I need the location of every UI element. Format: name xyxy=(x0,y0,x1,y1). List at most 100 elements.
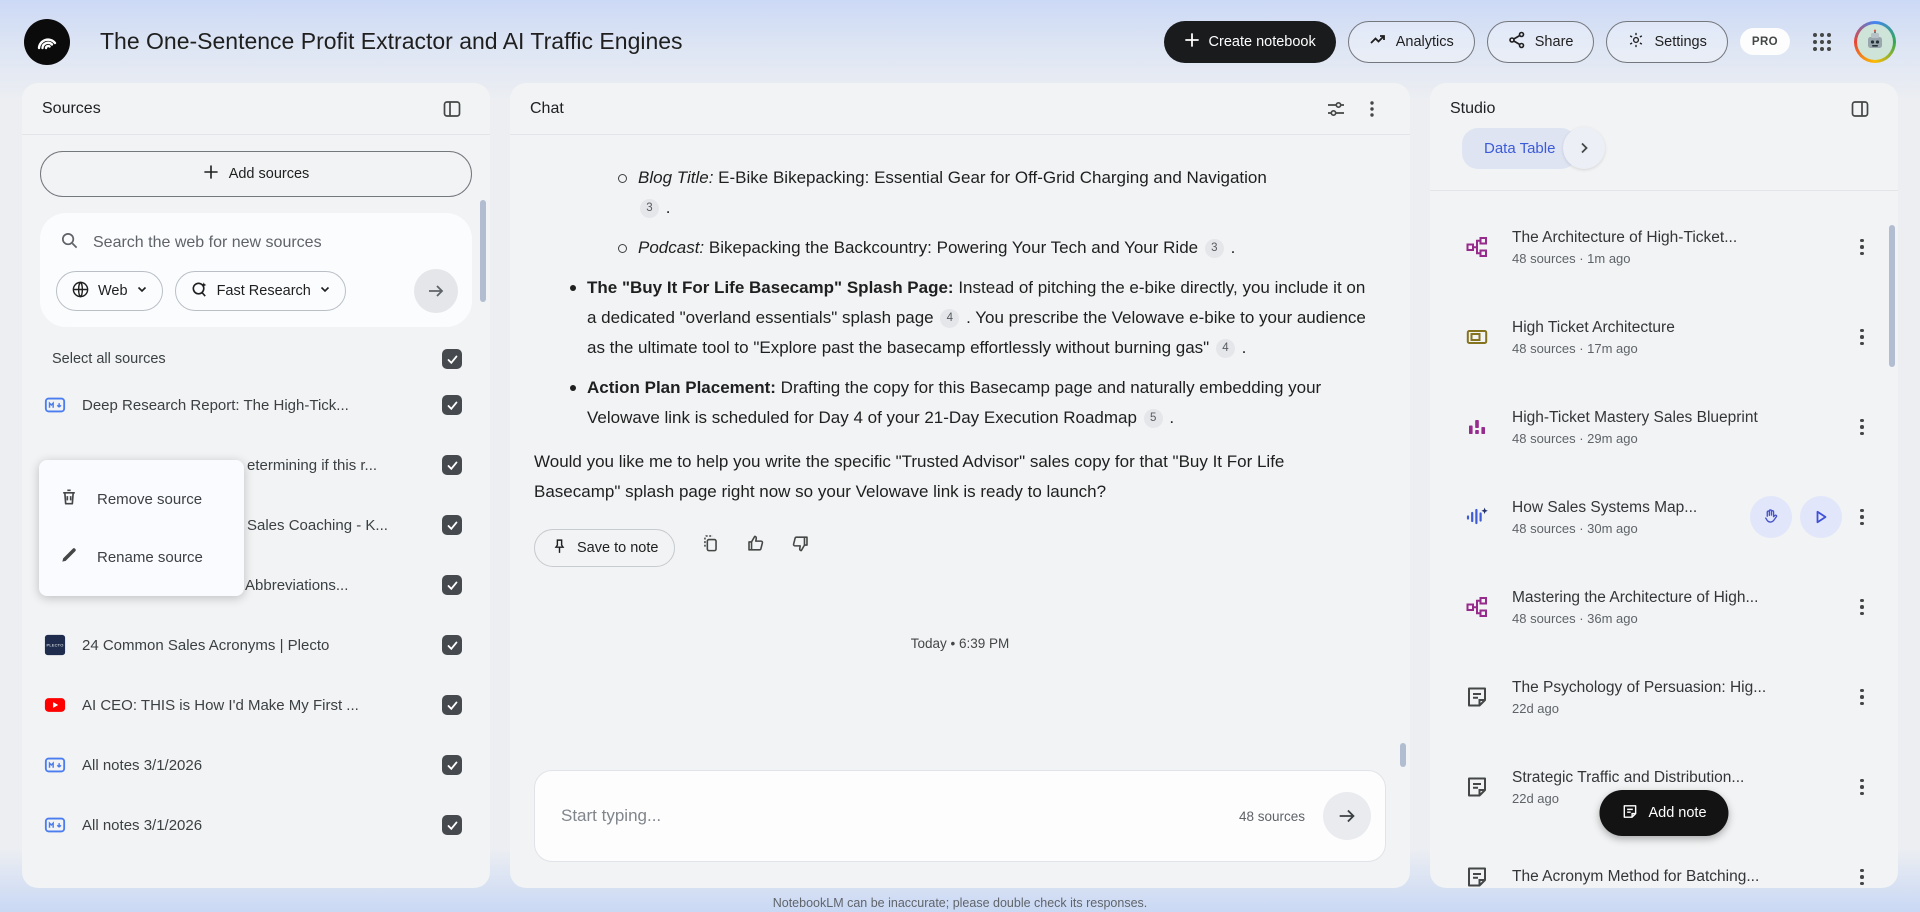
chat-bullet: The "Buy It For Life Basecamp" Splash Pa… xyxy=(570,273,1377,363)
user-avatar[interactable] xyxy=(1854,20,1896,63)
citation-chip[interactable]: 3 xyxy=(1204,238,1224,258)
studio-item-more-icon[interactable] xyxy=(1850,769,1874,805)
chat-closing-paragraph: Would you like me to help you write the … xyxy=(534,452,1285,501)
chat-message-area: Blog Title: E-Bike Bikepacking: Essentia… xyxy=(510,135,1410,758)
web-search-card: Search the web for new sources Web Fast … xyxy=(40,213,472,327)
source-checkbox[interactable] xyxy=(442,635,462,655)
add-sources-button[interactable]: Add sources xyxy=(40,151,472,197)
studio-item-title: High Ticket Architecture xyxy=(1512,318,1675,336)
studio-item-title: How Sales Systems Map... xyxy=(1512,498,1698,516)
trending-up-icon xyxy=(1369,31,1387,53)
studio-item[interactable]: High-Ticket Mastery Sales Blueprint 48 so… xyxy=(1464,403,1874,451)
thumb-down-icon[interactable] xyxy=(791,533,810,563)
source-checkbox[interactable] xyxy=(442,395,462,415)
studio-tools-row: Data Table xyxy=(1462,127,1606,169)
studio-panel-title: Studio xyxy=(1450,100,1496,117)
chat-bullet: Blog Title: E-Bike Bikepacking: Essentia… xyxy=(618,163,1286,223)
search-input[interactable]: Search the web for new sources xyxy=(56,229,458,269)
pin-icon xyxy=(551,538,568,559)
citation-chip[interactable]: 5 xyxy=(1143,408,1163,428)
source-checkbox[interactable] xyxy=(442,455,462,475)
source-row[interactable]: All notes 3/1/2026 xyxy=(42,801,462,849)
play-icon[interactable] xyxy=(1800,496,1842,538)
studio-item[interactable]: High Ticket Architecture 48 sources · 17m… xyxy=(1464,313,1874,361)
studio-item[interactable]: The Acronym Method for Batching... xyxy=(1464,853,1874,888)
audio-actions xyxy=(1750,496,1842,538)
collapse-sources-panel-icon[interactable] xyxy=(434,91,470,127)
studio-item[interactable]: The Architecture of High-Ticket... 48 sou… xyxy=(1464,223,1874,271)
source-row[interactable]: Deep Research Report: The High-Tick... xyxy=(42,381,462,429)
source-row[interactable]: PLECTO 24 Common Sales Acronyms | Plecto xyxy=(42,621,462,669)
source-title: 24 Common Sales Acronyms | Plecto xyxy=(82,636,330,654)
studio-item-more-icon[interactable] xyxy=(1850,319,1874,355)
chat-more-icon[interactable] xyxy=(1354,91,1390,127)
notebook-title[interactable]: The One-Sentence Profit Extractor and AI… xyxy=(100,28,1148,55)
chevron-right-icon[interactable] xyxy=(1563,127,1606,169)
citation-chip[interactable]: 4 xyxy=(940,308,960,328)
markdown-source-icon xyxy=(42,754,68,776)
sources-panel-title: Sources xyxy=(42,99,101,117)
share-button[interactable]: Share xyxy=(1486,20,1595,63)
chat-settings-icon[interactable] xyxy=(1318,91,1354,127)
source-list: Deep Research Report: The High-Tick... et… xyxy=(22,377,490,849)
studio-item[interactable]: How Sales Systems Map... 48 sources · 30m… xyxy=(1464,493,1874,541)
citation-chip[interactable]: 3 xyxy=(640,198,659,218)
fast-research-chip[interactable]: Fast Research xyxy=(174,271,346,311)
source-checkbox[interactable] xyxy=(442,755,462,775)
copy-icon[interactable] xyxy=(701,533,720,563)
select-all-row: Select all sources xyxy=(22,327,490,377)
google-apps-icon[interactable] xyxy=(1802,22,1842,62)
rename-source-menu-item[interactable]: Rename source xyxy=(39,528,244,586)
remove-source-menu-item[interactable]: Remove source xyxy=(39,470,244,528)
send-button[interactable] xyxy=(1323,792,1371,840)
studio-item-more-icon[interactable] xyxy=(1850,409,1874,445)
svg-text:PLECTO: PLECTO xyxy=(46,643,63,648)
citation-chip[interactable]: 4 xyxy=(1215,338,1235,358)
studio-item-more-icon[interactable] xyxy=(1850,499,1874,535)
source-row[interactable]: AI CEO: THIS is How I'd Make My First ..… xyxy=(42,681,462,729)
studio-divider xyxy=(1430,190,1898,191)
top-bar: The One-Sentence Profit Extractor and AI… xyxy=(0,0,1920,83)
studio-item-texts: Mastering the Architecture of High... 48 … xyxy=(1512,589,1850,626)
studio-item-meta: 48 sources · 1m ago xyxy=(1512,250,1631,266)
interactive-mode-hand-icon[interactable] xyxy=(1750,496,1792,538)
thumb-up-icon[interactable] xyxy=(746,533,765,563)
source-row[interactable]: All notes 3/1/2026 xyxy=(42,741,462,789)
chat-panel-title: Chat xyxy=(530,99,564,117)
search-submit-button[interactable] xyxy=(414,269,458,313)
chat-scrollbar[interactable] xyxy=(1400,743,1406,767)
studio-item-meta: 48 sources · 36m ago xyxy=(1512,610,1638,626)
source-checkbox[interactable] xyxy=(442,575,462,595)
source-checkbox[interactable] xyxy=(442,815,462,835)
studio-item-meta: 48 sources · 29m ago xyxy=(1512,430,1638,446)
studio-item-texts: High-Ticket Mastery Sales Blueprint 48 so… xyxy=(1512,409,1850,446)
studio-item-texts: The Acronym Method for Batching... xyxy=(1512,868,1850,886)
studio-item-more-icon[interactable] xyxy=(1850,859,1874,888)
studio-item[interactable]: The Psychology of Persuasion: Hig... 22d … xyxy=(1464,673,1874,721)
web-filter-chip[interactable]: Web xyxy=(56,271,163,311)
source-checkbox[interactable] xyxy=(442,515,462,535)
sources-scrollbar[interactable] xyxy=(480,200,486,302)
create-notebook-button[interactable]: Create notebook xyxy=(1163,20,1336,63)
notebooklm-logo-icon[interactable] xyxy=(24,18,70,65)
plus-icon xyxy=(1184,32,1200,52)
share-icon xyxy=(1508,31,1526,53)
select-all-checkbox[interactable] xyxy=(442,349,462,369)
settings-button[interactable]: Settings xyxy=(1606,20,1728,63)
collapse-studio-panel-icon[interactable] xyxy=(1842,91,1878,127)
studio-scrollbar[interactable] xyxy=(1889,225,1895,367)
source-checkbox[interactable] xyxy=(442,695,462,715)
youtube-source-icon xyxy=(42,694,68,716)
studio-item-more-icon[interactable] xyxy=(1850,589,1874,625)
analytics-button[interactable]: Analytics xyxy=(1347,20,1475,63)
save-to-note-button[interactable]: Save to note xyxy=(534,529,676,567)
studio-item-more-icon[interactable] xyxy=(1850,679,1874,715)
add-note-button[interactable]: Add note xyxy=(1599,790,1729,836)
source-title: AI CEO: THIS is How I'd Make My First ..… xyxy=(82,696,359,714)
research-sparkle-icon xyxy=(190,280,209,303)
data-table-chip[interactable]: Data Table xyxy=(1462,127,1578,169)
studio-item[interactable]: Mastering the Architecture of High... 48 … xyxy=(1464,583,1874,631)
workflow-icon xyxy=(1464,595,1490,619)
chat-input-box[interactable]: Start typing... 48 sources xyxy=(534,770,1386,862)
studio-item-more-icon[interactable] xyxy=(1850,229,1874,265)
